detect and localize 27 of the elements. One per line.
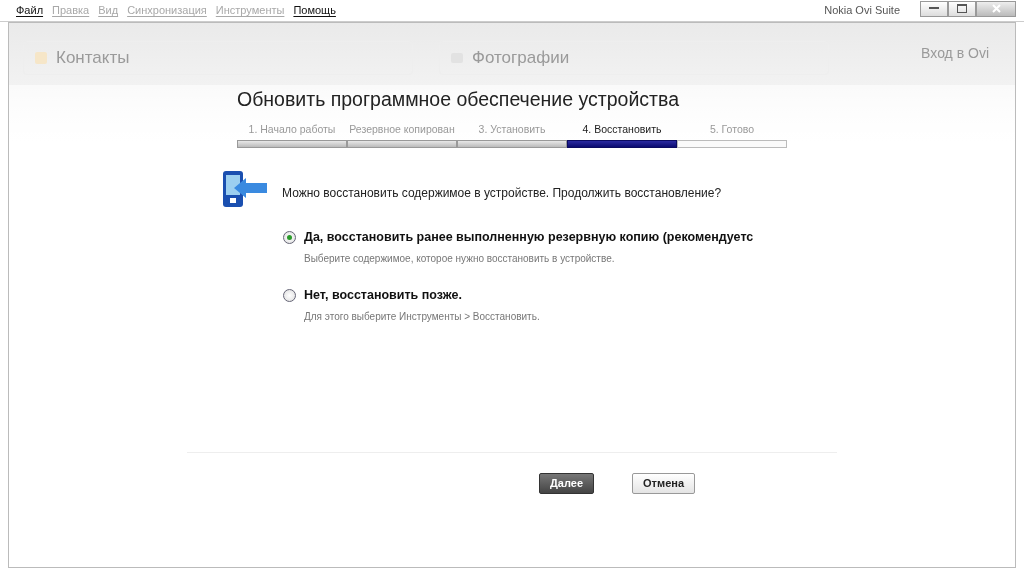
step-label: 4. Восстановить	[582, 122, 662, 138]
question-text: Можно восстановить содержимое в устройстве. Продолжить восстановление?	[282, 185, 722, 203]
dialog-title: Обновить программное обеспечение устройства	[237, 87, 679, 112]
radio-button[interactable]	[283, 288, 296, 302]
close-icon	[991, 4, 1001, 13]
minimize-icon	[929, 7, 939, 10]
step-label: Резервное копирован	[349, 122, 455, 138]
panel-title: Контакты	[56, 47, 130, 70]
minimize-button[interactable]	[920, 0, 948, 17]
contacts-icon	[34, 51, 48, 65]
next-button[interactable]: Далее	[539, 472, 595, 494]
cancel-button[interactable]: Отмена	[632, 472, 695, 494]
panel-title: Фотографии	[472, 47, 570, 70]
option-label[interactable]: Да, восстановить ранее выполненную резервную копию (рекомендуетс	[304, 228, 754, 247]
step-label: 5. Готово	[709, 122, 755, 138]
option-label[interactable]: Нет, восстановить позже.	[304, 286, 462, 305]
radio-button[interactable]	[283, 231, 296, 245]
maximize-icon	[957, 4, 967, 13]
step-label: 1. Начало работы	[248, 122, 336, 138]
option-hint: Для этого выберите Инструменты > Восстановить.	[304, 309, 541, 324]
menu-item[interactable]: Файл	[16, 2, 44, 19]
option-hint: Выберите содержимое, которое нужно восстановить в устройстве.	[304, 252, 616, 266]
window-title: Nokia Ovi Suite	[824, 3, 900, 19]
menu-item[interactable]: Помощь	[293, 2, 336, 19]
step-label: 3. Установить	[478, 122, 546, 138]
maximize-button[interactable]	[948, 0, 976, 17]
phone-restore-icon	[222, 170, 268, 209]
